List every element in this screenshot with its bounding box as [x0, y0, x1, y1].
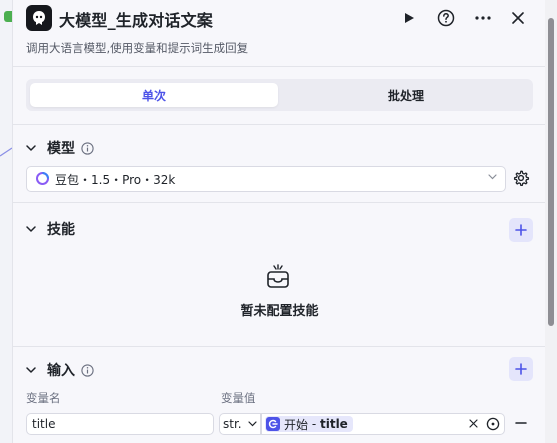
add-input-button[interactable]	[509, 357, 533, 381]
help-button[interactable]	[434, 6, 458, 30]
chevron-down-icon	[248, 421, 257, 427]
variable-reference-tag[interactable]: 开始 - title	[265, 416, 353, 432]
chevron-down-icon	[488, 174, 497, 180]
node-title[interactable]: 大模型_生成对话文案	[59, 7, 213, 31]
close-button[interactable]	[506, 6, 530, 30]
skills-section-header[interactable]: 技能	[24, 218, 75, 240]
node-config-panel: 大模型_生成对话文案 调用大语言模型,使用变量和提示词生成回复 单次 批处理 模…	[12, 0, 547, 443]
plus-icon	[515, 224, 527, 236]
variable-type-select[interactable]: str.	[219, 413, 261, 435]
variable-name-input[interactable]: title	[26, 413, 214, 435]
reference-variable-name: title	[319, 417, 348, 431]
selected-model-label: 豆包・1.5・Pro・32k	[55, 173, 176, 187]
section-divider	[13, 202, 546, 203]
info-icon[interactable]	[81, 141, 94, 155]
section-divider	[13, 124, 546, 125]
reference-separator: -	[308, 417, 320, 431]
column-header-variable-name: 变量名	[26, 391, 61, 405]
panel-scrollbar[interactable]	[545, 0, 557, 443]
workflow-canvas[interactable]	[0, 0, 12, 443]
info-icon[interactable]	[81, 363, 94, 377]
help-icon	[437, 9, 455, 27]
panel-header: 大模型_生成对话文案 调用大语言模型,使用变量和提示词生成回复	[13, 0, 546, 67]
add-skill-button[interactable]	[509, 218, 533, 242]
input-section-title: 输入	[47, 363, 75, 379]
start-node-icon	[266, 417, 280, 431]
run-button[interactable]	[397, 6, 421, 30]
skills-empty-text: 暂未配置技能	[240, 304, 319, 319]
model-section-header[interactable]: 模型	[24, 137, 94, 159]
variable-value-field[interactable]: 开始 - title	[261, 413, 505, 435]
empty-box-icon	[267, 264, 289, 288]
plus-icon	[515, 363, 527, 375]
model-settings-gear-icon[interactable]	[512, 169, 530, 187]
section-divider	[13, 346, 546, 347]
model-section-title: 模型	[47, 141, 75, 157]
skills-section-title: 技能	[47, 222, 75, 238]
chevron-down-icon[interactable]	[24, 222, 38, 236]
more-icon	[475, 16, 491, 20]
close-icon	[512, 12, 524, 24]
more-button[interactable]	[471, 6, 495, 30]
play-icon	[405, 13, 414, 23]
tab-single[interactable]: 单次	[30, 83, 278, 107]
clear-icon[interactable]	[469, 419, 478, 428]
tab-batch[interactable]: 批处理	[282, 83, 530, 107]
chevron-down-icon[interactable]	[24, 363, 38, 377]
remove-variable-icon[interactable]	[515, 417, 527, 429]
variable-type-label: str.	[223, 417, 242, 431]
reference-node-name: 开始	[284, 417, 309, 432]
canvas-node-edge[interactable]	[4, 11, 12, 22]
node-description[interactable]: 调用大语言模型,使用变量和提示词生成回复	[26, 40, 248, 56]
mode-tabs: 单次 批处理	[26, 79, 533, 111]
input-section-header[interactable]: 输入	[24, 359, 94, 381]
doubao-logo-icon	[36, 172, 49, 185]
scrollbar-thumb[interactable]	[548, 18, 554, 326]
chevron-down-icon[interactable]	[24, 141, 38, 155]
model-select[interactable]: 豆包・1.5・Pro・32k	[26, 166, 506, 192]
column-header-variable-value: 变量值	[221, 391, 256, 405]
canvas-connection-line	[0, 147, 12, 157]
target-icon[interactable]	[486, 417, 500, 431]
llm-node-icon	[26, 5, 52, 31]
